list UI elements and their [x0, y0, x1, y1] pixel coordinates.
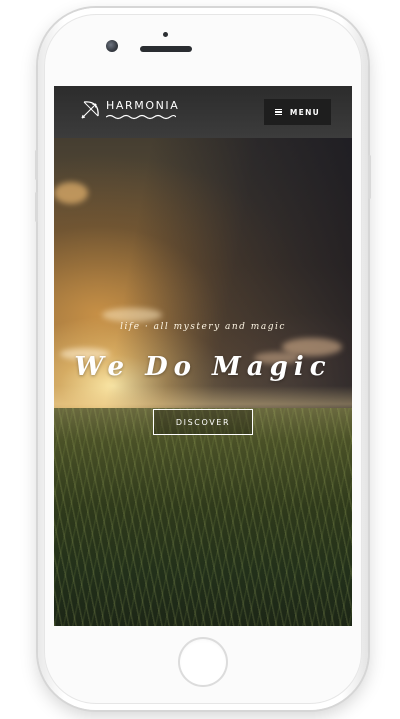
earpiece-speaker: [140, 46, 192, 52]
discover-button[interactable]: DISCOVER: [153, 409, 253, 435]
hero-grass-field: [54, 408, 352, 626]
menu-label: MENU: [289, 107, 321, 117]
proximity-sensor: [163, 32, 168, 37]
wave-ornament-icon: [106, 114, 176, 120]
top-navbar: HARMONIA MENU: [54, 86, 352, 138]
hamburger-icon: [274, 109, 282, 115]
brand-name: HARMONIA: [106, 99, 180, 112]
bow-and-arrow-icon: [81, 101, 99, 119]
discover-button-label: DISCOVER: [175, 417, 231, 427]
brand-wordmark: HARMONIA: [106, 100, 179, 120]
hero-headline: We Do Magic: [74, 352, 332, 382]
volume-down-button: [35, 192, 38, 222]
hero-tagline: life · all mystery and magic: [120, 322, 286, 332]
cloud: [102, 308, 162, 322]
menu-button[interactable]: MENU: [264, 99, 331, 125]
screen: HARMONIA MENU life · all mystery and mag…: [54, 86, 352, 626]
cloud: [54, 182, 88, 204]
front-camera: [106, 40, 118, 52]
home-button[interactable]: [178, 637, 228, 687]
power-button: [368, 155, 371, 199]
volume-up-button: [35, 150, 38, 180]
brand-logo[interactable]: HARMONIA: [80, 98, 178, 124]
